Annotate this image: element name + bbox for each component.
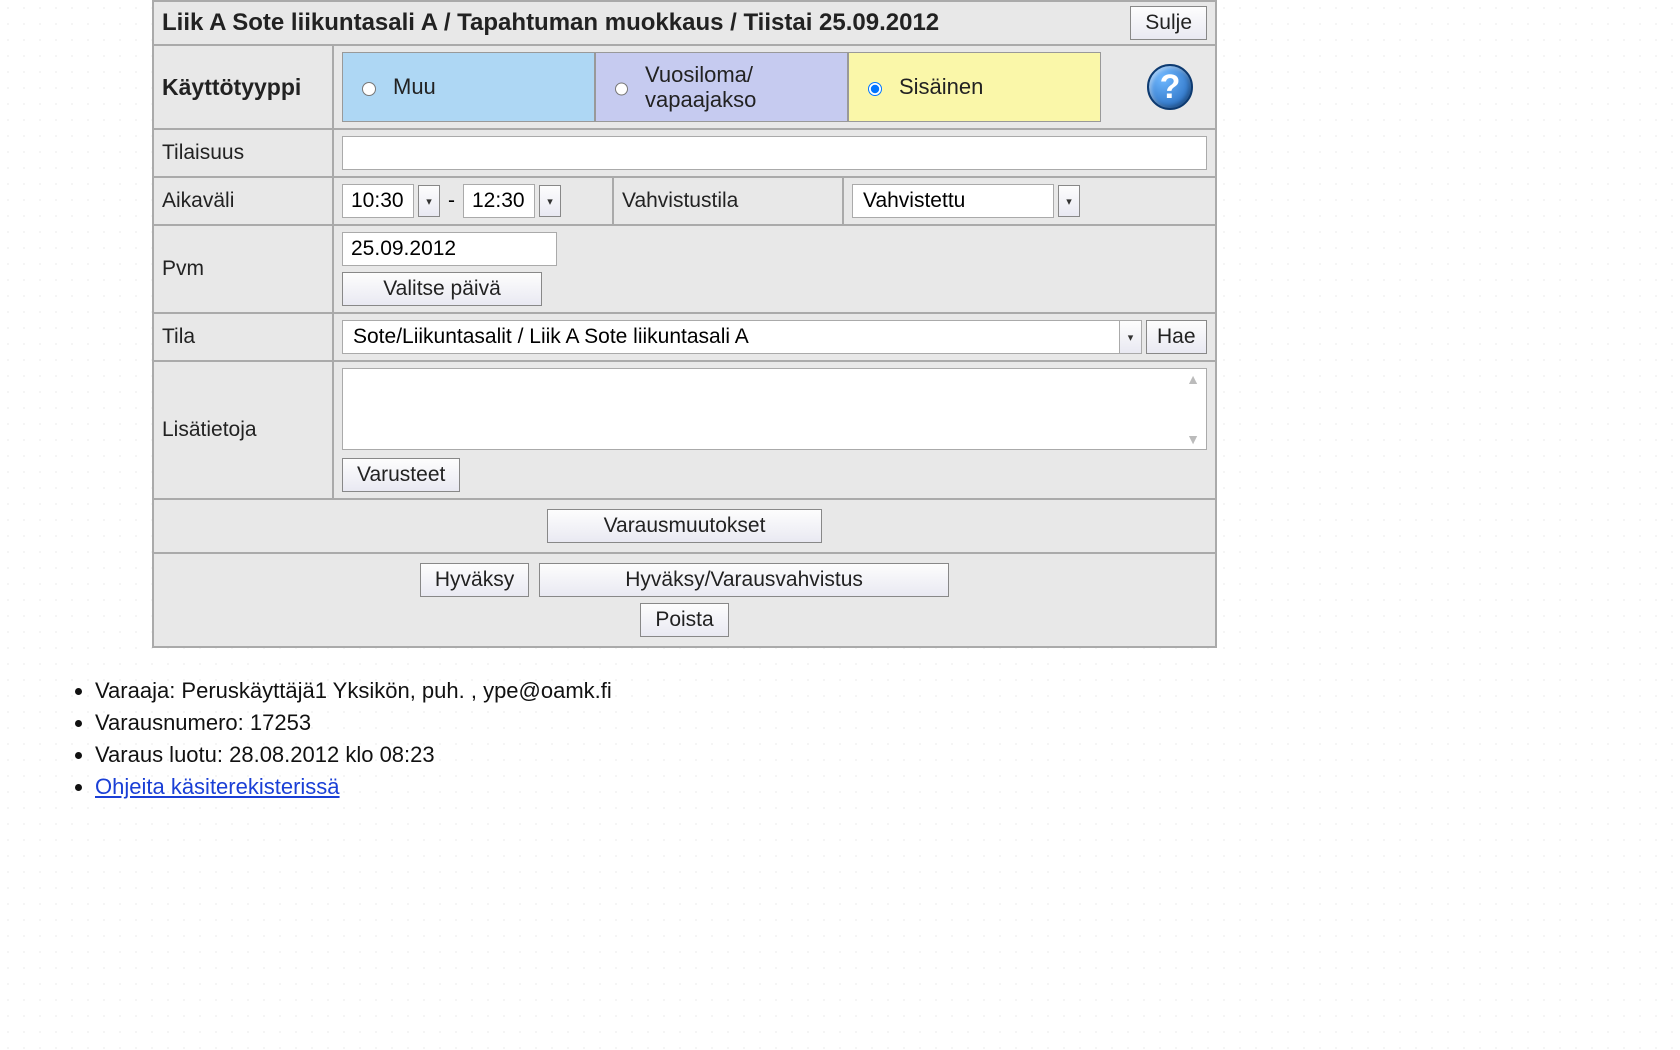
date-label: Pvm [153, 225, 333, 313]
time-start-input[interactable] [343, 185, 413, 217]
textarea-down-icon[interactable]: ▼ [1182, 431, 1204, 447]
time-start-dropdown[interactable]: ▾ [418, 185, 440, 217]
radio-label-vuosiloma: Vuosiloma/ vapaajakso [645, 62, 833, 113]
approve-confirm-button[interactable]: Hyväksy/Varausvahvistus [539, 563, 949, 597]
event-edit-form: Liik A Sote liikuntasali A / Tapahtuman … [152, 0, 1217, 648]
info-reserver: Varaaja: Peruskäyttäjä1 Yksikön, puh. , … [95, 678, 1680, 704]
extra-info-label: Lisätietoja [153, 361, 333, 499]
event-name-input[interactable] [342, 136, 1207, 170]
room-select[interactable]: Sote/Liikuntasalit / Liik A Sote liikunt… [342, 320, 1142, 354]
radio-sisainen[interactable] [868, 82, 882, 96]
room-dropdown[interactable]: ▾ [1119, 321, 1141, 353]
radio-label-muu: Muu [393, 74, 436, 99]
page-title: Liik A Sote liikuntasali A / Tapahtuman … [162, 9, 939, 37]
room-label: Tila [153, 313, 333, 361]
search-button[interactable]: Hae [1146, 320, 1207, 354]
time-end-input[interactable] [464, 185, 534, 217]
delete-button[interactable]: Poista [640, 603, 728, 637]
event-name-label: Tilaisuus [153, 129, 333, 177]
pick-date-button[interactable]: Valitse päivä [342, 272, 542, 306]
help-icon[interactable]: ? [1147, 64, 1193, 110]
reservation-info-list: Varaaja: Peruskäyttäjä1 Yksikön, puh. , … [0, 678, 1680, 800]
approve-button[interactable]: Hyväksy [420, 563, 529, 597]
status-label: Vahvistustila [613, 177, 843, 225]
textarea-up-icon[interactable]: ▲ [1182, 371, 1204, 387]
info-help-link[interactable]: Ohjeita käsiterekisterissä [95, 774, 340, 799]
extra-info-wrap: ▲ ▼ [342, 368, 1207, 450]
time-range-label: Aikaväli [153, 177, 333, 225]
date-input[interactable] [342, 232, 557, 266]
status-select[interactable]: Vahvistettu [852, 184, 1054, 218]
time-end-dropdown[interactable]: ▾ [539, 185, 561, 217]
usage-type-vuosiloma[interactable]: Vuosiloma/ vapaajakso [595, 52, 848, 122]
status-dropdown[interactable]: ▾ [1058, 185, 1080, 217]
radio-label-sisainen: Sisäinen [899, 74, 983, 99]
info-created: Varaus luotu: 28.08.2012 klo 08:23 [95, 742, 1680, 768]
usage-type-label: Käyttötyyppi [153, 45, 333, 129]
close-button[interactable]: Sulje [1130, 6, 1207, 40]
status-value: Vahvistettu [853, 185, 1053, 217]
usage-type-sisainen[interactable]: Sisäinen [848, 52, 1101, 122]
extra-info-textarea[interactable] [343, 369, 1180, 449]
room-value: Sote/Liikuntasalit / Liik A Sote liikunt… [343, 321, 1119, 353]
equipment-button[interactable]: Varusteet [342, 458, 460, 492]
time-dash: - [444, 189, 459, 213]
radio-muu[interactable] [362, 82, 376, 96]
usage-type-muu[interactable]: Muu [342, 52, 595, 122]
reservation-changes-button[interactable]: Varausmuutokset [547, 509, 822, 543]
info-number: Varausnumero: 17253 [95, 710, 1680, 736]
radio-vuosiloma[interactable] [615, 82, 628, 96]
